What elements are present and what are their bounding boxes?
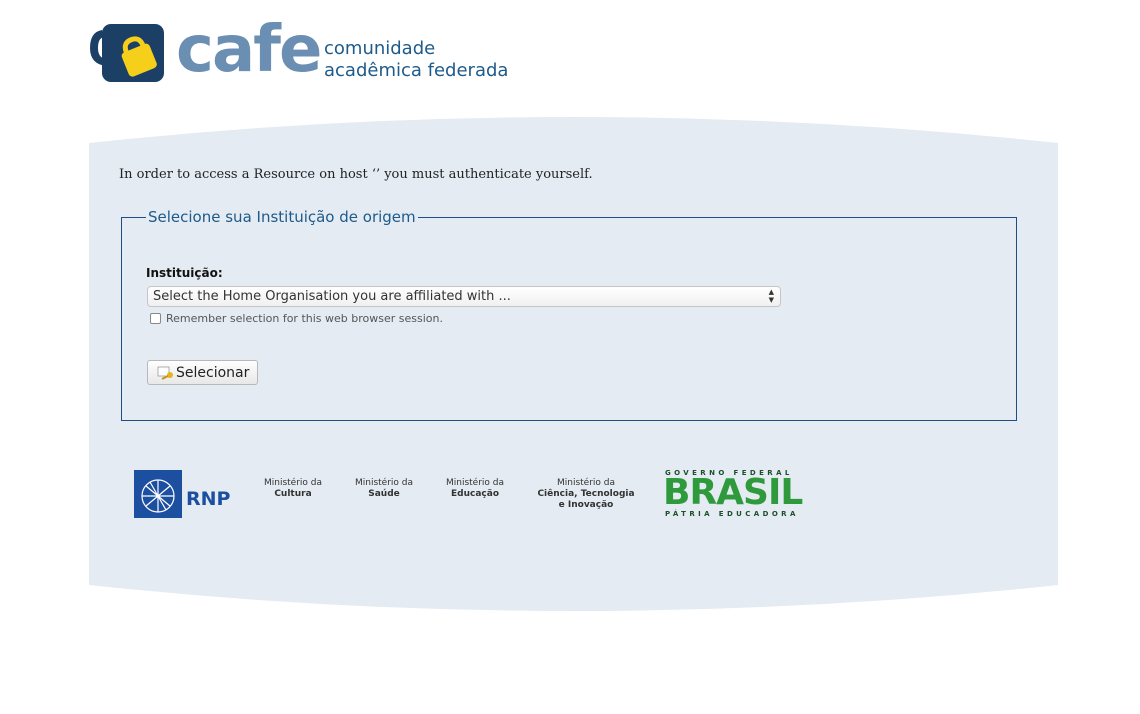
logo-wordmark: cafe <box>176 13 322 87</box>
institution-select-value: Select the Home Organisation you are aff… <box>153 289 511 304</box>
ministry-name: Educação <box>451 489 499 499</box>
ministry-name: Ciência, Tecnologia <box>537 489 635 499</box>
ministry-name: Cultura <box>274 489 312 499</box>
mug-lock-icon <box>90 24 164 82</box>
ministry-line1: Ministério da <box>263 478 323 488</box>
patria-educadora-label: PÁTRIA EDUCADORA <box>665 510 799 518</box>
ministry-saude-logo: Ministério da Saúde <box>349 478 419 500</box>
ministry-name: Saúde <box>368 489 400 499</box>
select-button-label: Selecionar <box>176 364 250 381</box>
select-button[interactable]: Selecionar <box>147 360 258 385</box>
ministry-line1: Ministério da <box>354 478 414 488</box>
select-arrows-icon: ▲ ▼ <box>768 288 774 304</box>
remember-checkbox[interactable] <box>150 313 161 324</box>
ministry-line1: Ministério da <box>445 478 505 488</box>
remember-label: Remember selection for this web browser … <box>166 312 443 325</box>
brasil-wordmark: BRASIL <box>663 472 803 513</box>
remember-selection[interactable]: Remember selection for this web browser … <box>150 312 443 325</box>
institution-select[interactable]: Select the Home Organisation you are aff… <box>147 286 781 307</box>
ministry-educacao-logo: Ministério da Educação <box>440 478 510 500</box>
ministry-line1: Ministério da <box>556 478 616 488</box>
ministry-cultura-logo: Ministério da Cultura <box>258 478 328 500</box>
institution-label: Instituição: <box>146 266 223 280</box>
ministry-name-cont: e Inovação <box>558 500 614 510</box>
intro-text: In order to access a Resource on host ‘’… <box>119 167 593 182</box>
logo-tagline: comunidade acadêmica federada <box>324 38 508 82</box>
tagline-line-2: acadêmica federada <box>324 60 509 81</box>
cafe-logo: cafe comunidade acadêmica federada <box>88 13 528 87</box>
ministry-ciencia-logo: Ministério da Ciência, Tecnologia e Inov… <box>531 478 641 511</box>
tagline-line-1: comunidade <box>324 38 436 59</box>
rnp-label: RNP <box>186 488 231 510</box>
key-icon <box>157 366 173 380</box>
fieldset-legend: Selecione sua Instituição de origem <box>148 208 416 226</box>
